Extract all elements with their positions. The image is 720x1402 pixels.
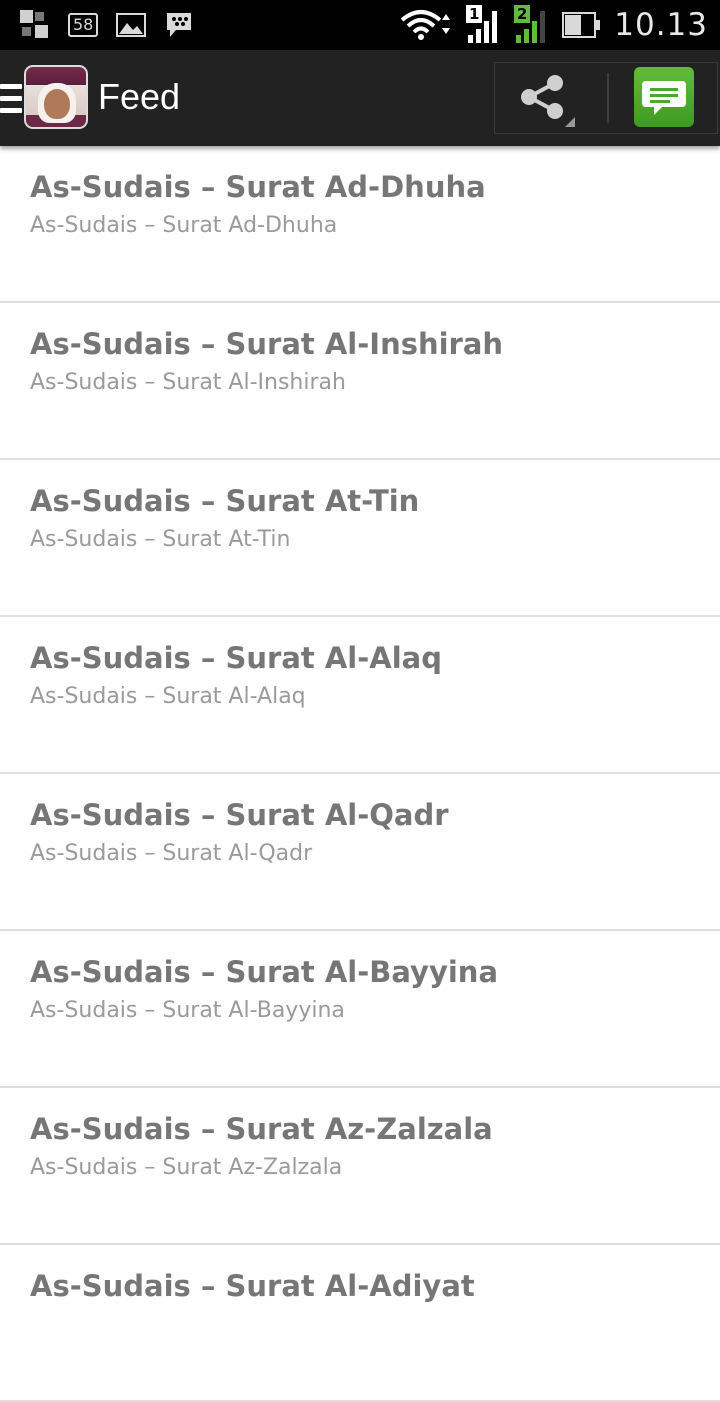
list-item-title: As-Sudais – Surat Az-Zalzala — [30, 1112, 493, 1146]
list-item-subtitle: As-Sudais – Surat Al-Qadr — [30, 841, 313, 866]
list-item[interactable]: As-Sudais – Surat At-Tin As-Sudais – Sur… — [0, 460, 720, 617]
list-item-title: As-Sudais – Surat Al-Inshirah — [30, 327, 504, 361]
chat-button[interactable] — [634, 67, 694, 127]
list-item-subtitle: As-Sudais – Surat Ad-Dhuha — [30, 213, 338, 238]
list-item[interactable]: As-Sudais – Surat Al-Inshirah As-Sudais … — [0, 303, 720, 460]
list-item-title: As-Sudais – Surat Ad-Dhuha — [30, 170, 486, 204]
list-item-subtitle: As-Sudais – Surat Al-Alaq — [30, 684, 306, 709]
bbm-square-icon — [20, 10, 48, 38]
list-item-subtitle: As-Sudais – Surat Al-Inshirah — [30, 370, 346, 395]
list-item[interactable]: As-Sudais – Surat Al-Adiyat — [0, 1245, 720, 1402]
list-item[interactable]: As-Sudais – Surat Az-Zalzala As-Sudais –… — [0, 1088, 720, 1245]
list-item-subtitle: As-Sudais – Surat Al-Bayyina — [30, 998, 345, 1023]
hamburger-menu-icon[interactable] — [0, 84, 22, 114]
list-item[interactable]: As-Sudais – Surat Ad-Dhuha As-Sudais – S… — [0, 146, 720, 303]
signal-bars-green-icon — [516, 11, 546, 43]
list-item-title: As-Sudais – Surat Al-Alaq — [30, 641, 442, 675]
signal-bars-icon — [468, 11, 498, 43]
share-button[interactable] — [495, 63, 605, 133]
status-bar-notifications: 58 — [20, 8, 194, 42]
list-item[interactable]: As-Sudais – Surat Al-Qadr As-Sudais – Su… — [0, 774, 720, 931]
image-icon — [116, 13, 147, 37]
action-divider — [607, 73, 609, 123]
list-item-title: As-Sudais – Surat At-Tin — [30, 484, 420, 518]
list-item-subtitle: As-Sudais – Surat Az-Zalzala — [30, 1155, 343, 1180]
clock: 10.13 — [614, 7, 708, 43]
list-item-title: As-Sudais – Surat Al-Bayyina — [30, 955, 499, 989]
battery-icon — [562, 12, 601, 38]
chat-icon — [642, 81, 686, 115]
sim2-signal: 2 — [514, 5, 550, 45]
status-bar-system: 1 2 10.13 — [400, 4, 708, 46]
list-item-title: As-Sudais – Surat Al-Qadr — [30, 798, 449, 832]
wifi-icon — [400, 10, 451, 40]
action-buttons — [494, 62, 718, 134]
list-item[interactable]: As-Sudais – Surat Al-Bayyina As-Sudais –… — [0, 931, 720, 1088]
action-bar: Feed — [0, 50, 720, 146]
list-item-title: As-Sudais – Surat Al-Adiyat — [30, 1269, 475, 1303]
app-logo[interactable] — [24, 65, 88, 129]
sim1-signal: 1 — [466, 5, 502, 45]
blackberry-messenger-icon — [167, 13, 192, 37]
status-bar: 58 1 2 10.13 — [0, 0, 720, 50]
list-item-subtitle: As-Sudais – Surat At-Tin — [30, 527, 291, 552]
page-title: Feed — [98, 76, 181, 117]
feed-list: As-Sudais – Surat Ad-Dhuha As-Sudais – S… — [0, 146, 720, 1402]
share-icon — [521, 75, 575, 127]
notification-count-badge: 58 — [68, 13, 99, 37]
list-item[interactable]: As-Sudais – Surat Al-Alaq As-Sudais – Su… — [0, 617, 720, 774]
